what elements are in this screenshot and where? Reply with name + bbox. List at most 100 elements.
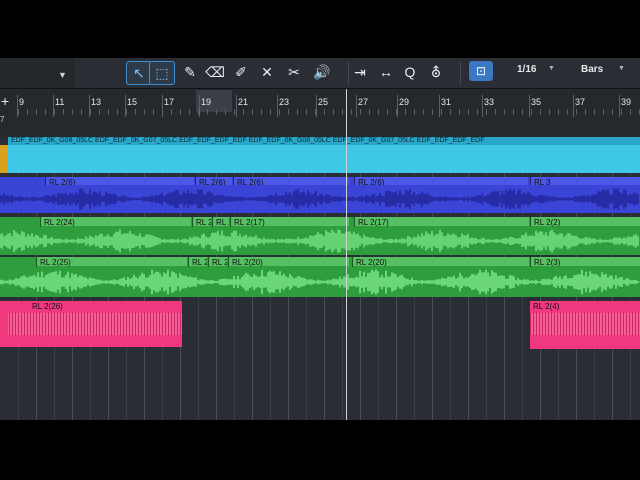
ruler-tick bbox=[397, 95, 398, 117]
audio-clip-track-1[interactable]: EDF_EDF_0K_G08_05LC EDF_EDF_0K_G07_05LC … bbox=[8, 137, 640, 173]
ruler-subtick bbox=[171, 109, 172, 115]
waveform-path bbox=[0, 269, 639, 295]
ruler-bar-number: 15 bbox=[127, 97, 138, 107]
divider bbox=[348, 62, 349, 84]
clip-label: RL 2(6) bbox=[49, 178, 76, 185]
audio-clip[interactable]: RL 2 bbox=[212, 217, 229, 227]
clip-label: RL 2(20) bbox=[356, 258, 387, 267]
ruler-bar-number: 9 bbox=[19, 97, 25, 107]
range-tool-icon[interactable]: ⬚ bbox=[149, 61, 175, 85]
audio-clip[interactable]: RL 2(20) bbox=[352, 257, 529, 267]
ruler-bar-number: 33 bbox=[484, 97, 495, 107]
ruler-subtick bbox=[468, 109, 469, 115]
ruler-subtick bbox=[432, 109, 433, 115]
audio-clip[interactable]: RL 2(20) bbox=[228, 257, 349, 267]
ruler-subtick bbox=[270, 109, 271, 115]
audio-clip[interactable]: RL 3 bbox=[530, 177, 640, 185]
audio-clip[interactable]: RL 2(17) bbox=[230, 217, 349, 227]
draw-tool-icon[interactable]: ✎ bbox=[178, 61, 202, 83]
audio-clip[interactable]: RL 2 bbox=[208, 257, 227, 267]
daw-window: ▼ ↖ ⬚ ✎ ⌫ ✐ ✕ ✂ 🔊 ⇥ ↔ Q ⛢ ⊡ 1/16 ▼ Bars ▼ + 7 9 11 13… bbox=[0, 58, 640, 420]
arrangement-area[interactable]: EDF_EDF_0K_G08_05LC EDF_EDF_0K_G07_05LC … bbox=[0, 137, 640, 420]
waveform-path bbox=[0, 188, 639, 210]
ruler-subtick bbox=[27, 109, 28, 115]
audio-clip[interactable]: RL 2(24) bbox=[40, 217, 191, 227]
ruler-bar-number: 37 bbox=[575, 97, 586, 107]
audio-clip[interactable]: RL 2(17) bbox=[354, 217, 529, 227]
ruler-tick bbox=[529, 95, 530, 117]
ruler-subtick bbox=[126, 109, 127, 115]
ruler-subtick bbox=[324, 109, 325, 115]
playhead[interactable] bbox=[346, 89, 347, 420]
audio-clip[interactable]: RL 2(25) bbox=[36, 257, 187, 267]
ruler-bar-number: 35 bbox=[531, 97, 542, 107]
waveform-track-3 bbox=[0, 229, 639, 253]
ruler-subtick bbox=[459, 109, 460, 115]
transient-tool-icon[interactable]: ⛢ bbox=[424, 61, 448, 83]
clip-label: RL 2 bbox=[212, 258, 227, 267]
ruler-subtick bbox=[549, 109, 550, 115]
clip-label: RL 2(26) bbox=[32, 302, 63, 311]
audio-clip[interactable]: RL 2(6) bbox=[354, 177, 528, 185]
quantize-select[interactable]: 1/16 bbox=[517, 64, 536, 75]
ruler-subtick bbox=[153, 109, 154, 115]
snap-toggle-button[interactable]: ⊡ bbox=[469, 61, 493, 81]
audio-clip[interactable]: RL 2 bbox=[188, 257, 207, 267]
ruler-tick bbox=[482, 95, 483, 117]
timebase-select[interactable]: Bars bbox=[581, 64, 603, 75]
ruler-subtick bbox=[252, 109, 253, 115]
clip-label: RL 2 bbox=[216, 218, 229, 227]
chevron-down-icon[interactable]: ▼ bbox=[548, 65, 555, 72]
audio-clip[interactable]: RL 2(6) bbox=[233, 177, 349, 185]
ruler-subtick bbox=[531, 109, 532, 115]
audio-clip[interactable]: RL 2(26) bbox=[0, 301, 182, 347]
chevron-down-icon[interactable]: ▼ bbox=[618, 65, 625, 72]
audio-clip[interactable]: RL 2(2) bbox=[530, 217, 640, 227]
ruler-bar-number: 27 bbox=[358, 97, 369, 107]
paint-tool-icon[interactable]: ✐ bbox=[229, 61, 253, 83]
mute-tool-icon[interactable]: ✕ bbox=[255, 61, 279, 83]
listen-tool-icon[interactable]: 🔊 bbox=[310, 61, 334, 83]
add-track-button[interactable]: + bbox=[1, 93, 9, 109]
zoom-tool-icon[interactable]: Q bbox=[398, 61, 422, 83]
ruler-bar-number: 19 bbox=[201, 97, 212, 107]
audio-clip[interactable]: RL 2(6) bbox=[195, 177, 232, 185]
audio-clip[interactable]: RL 2(4) bbox=[530, 301, 640, 349]
ruler-subtick bbox=[207, 109, 208, 115]
ruler-subtick bbox=[261, 109, 262, 115]
ruler-subtick bbox=[216, 109, 217, 115]
split-tool-icon[interactable]: ✂ bbox=[282, 61, 306, 83]
clip-label: RL 2(4) bbox=[533, 302, 560, 311]
clip-label: RL 2(3) bbox=[534, 258, 561, 267]
audio-clip[interactable]: RL 2(3) bbox=[530, 257, 640, 267]
eraser-tool-icon[interactable]: ⌫ bbox=[203, 61, 227, 83]
ruler-tick bbox=[356, 95, 357, 117]
ruler-subtick bbox=[180, 109, 181, 115]
clip-label: RL 2(17) bbox=[358, 218, 389, 227]
audio-clip[interactable]: RL 2(6) bbox=[45, 177, 194, 185]
ruler-subtick bbox=[423, 109, 424, 115]
clip-label: RL 2(20) bbox=[232, 258, 263, 267]
ruler-subtick bbox=[18, 109, 19, 115]
ruler-subtick bbox=[504, 109, 505, 115]
stretch-tool-icon[interactable]: ↔ bbox=[374, 61, 398, 83]
ruler-subtick bbox=[297, 109, 298, 115]
ruler-bar-number: 13 bbox=[91, 97, 102, 107]
ruler-subtick bbox=[72, 109, 73, 115]
waveform-track-2 bbox=[0, 188, 639, 210]
ruler-row-number: 7 bbox=[0, 115, 5, 124]
chevron-down-icon[interactable]: ▼ bbox=[58, 70, 67, 80]
audio-clip[interactable]: RL 2 bbox=[192, 217, 211, 227]
ruler-subtick bbox=[81, 109, 82, 115]
bend-tool-icon[interactable]: ⇥ bbox=[348, 61, 372, 83]
clip-label: RL 2 bbox=[196, 218, 211, 227]
ruler-subtick bbox=[414, 109, 415, 115]
ruler-bar-number: 25 bbox=[318, 97, 329, 107]
waveform bbox=[530, 313, 640, 335]
waveform-track-4 bbox=[0, 269, 639, 295]
ruler-subtick bbox=[63, 109, 64, 115]
ruler-subtick bbox=[234, 109, 235, 115]
ruler-subtick bbox=[450, 109, 451, 115]
timeline-ruler[interactable]: + 7 9111315171921232527293133353739 Vers… bbox=[0, 89, 640, 161]
toolbar-left-panel: ▼ bbox=[0, 58, 75, 88]
